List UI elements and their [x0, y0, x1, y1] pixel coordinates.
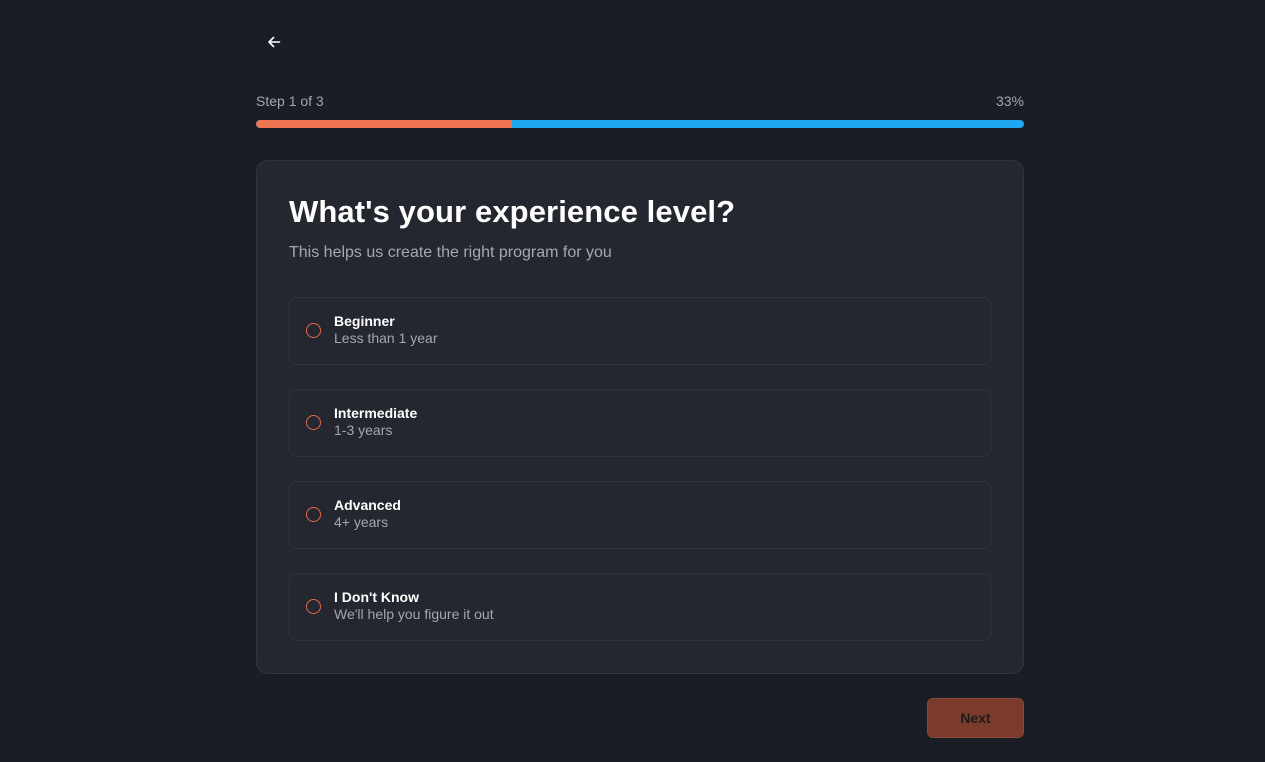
option-description: 1-3 years	[334, 422, 393, 438]
option-description: Less than 1 year	[334, 330, 438, 346]
option-description: We'll help you figure it out	[334, 606, 494, 622]
radio-button[interactable]	[306, 599, 321, 614]
radio-button[interactable]	[306, 507, 321, 522]
progress-bar	[256, 120, 1024, 128]
options-list: Beginner Less than 1 year Intermediate 1…	[289, 297, 991, 665]
option-label: Intermediate	[334, 405, 418, 421]
question-card: What's your experience level? This helps…	[256, 160, 1024, 674]
option-advanced[interactable]: Advanced 4+ years	[289, 481, 991, 549]
question-subtitle: This helps us create the right program f…	[289, 244, 612, 261]
step-label: Step 1 of 3	[256, 93, 324, 109]
radio-button[interactable]	[306, 323, 321, 338]
back-button[interactable]	[262, 30, 286, 54]
option-beginner[interactable]: Beginner Less than 1 year	[289, 297, 991, 365]
question-title: What's your experience level?	[289, 194, 736, 229]
option-label: Advanced	[334, 497, 401, 513]
progress-bar-fill	[256, 120, 512, 128]
option-label: Beginner	[334, 313, 395, 329]
option-intermediate[interactable]: Intermediate 1-3 years	[289, 389, 991, 457]
next-button[interactable]: Next	[927, 698, 1024, 738]
arrow-left-icon	[268, 36, 281, 48]
progress-header: Step 1 of 3 33%	[256, 93, 1024, 109]
option-dont-know[interactable]: I Don't Know We'll help you figure it ou…	[289, 573, 991, 641]
option-label: I Don't Know	[334, 589, 419, 605]
option-description: 4+ years	[334, 514, 389, 530]
radio-button[interactable]	[306, 415, 321, 430]
progress-percent: 33%	[995, 93, 1024, 109]
